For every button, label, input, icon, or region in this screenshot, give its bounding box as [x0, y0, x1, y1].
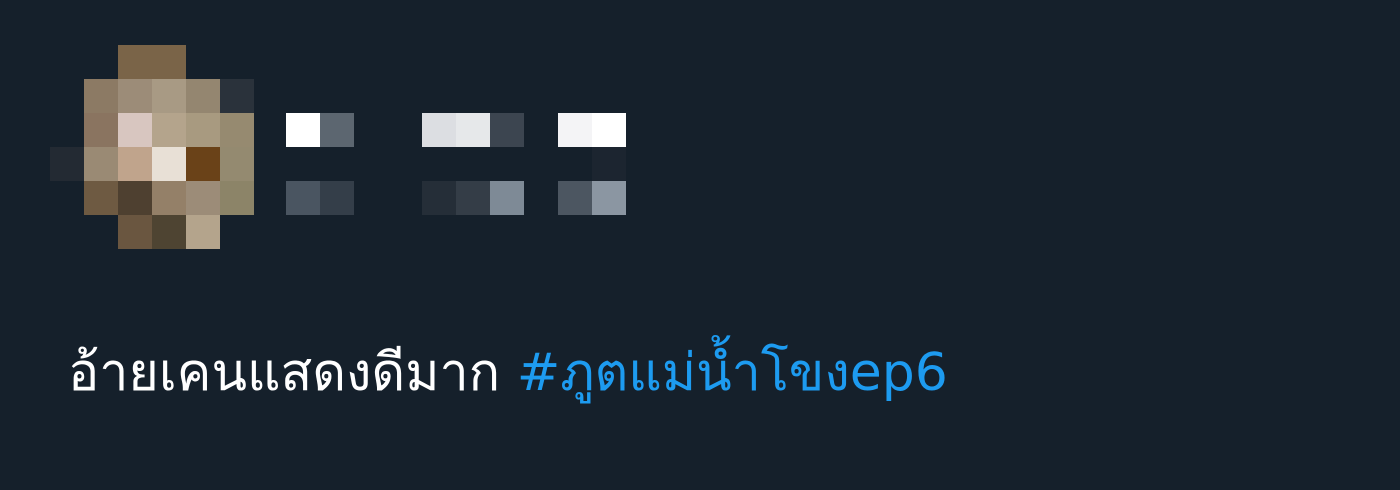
- avatar-pixel: [186, 181, 220, 215]
- name-pixel: [524, 113, 558, 147]
- avatar-pixel: [84, 79, 118, 113]
- avatar-pixel: [220, 181, 254, 215]
- avatar-pixel: [152, 147, 186, 181]
- name-pixel: [286, 113, 320, 147]
- avatar-pixel: [84, 45, 118, 79]
- name-pixel: [320, 147, 354, 181]
- avatar-pixel: [50, 147, 84, 181]
- name-pixel: [388, 113, 422, 147]
- avatar-pixel: [220, 113, 254, 147]
- avatar-pixel: [186, 45, 220, 79]
- name-pixel: [592, 181, 626, 215]
- avatar-pixel: [84, 181, 118, 215]
- avatar-pixel: [152, 45, 186, 79]
- name-pixel: [422, 147, 456, 181]
- avatar-pixel: [152, 215, 186, 249]
- avatar-pixel: [186, 215, 220, 249]
- name-pixel: [456, 181, 490, 215]
- avatar-pixel: [84, 113, 118, 147]
- name-pixel: [388, 147, 422, 181]
- avatar-pixel: [118, 181, 152, 215]
- avatar-pixel: [118, 113, 152, 147]
- name-pixel: [558, 113, 592, 147]
- avatar-pixel: [152, 113, 186, 147]
- avatar-pixel: [186, 79, 220, 113]
- avatar-pixel: [152, 79, 186, 113]
- name-pixel: [422, 181, 456, 215]
- name-pixel: [354, 147, 388, 181]
- name-pixel: [524, 181, 558, 215]
- avatar-pixel: [84, 215, 118, 249]
- avatar-pixel: [118, 215, 152, 249]
- name-pixel: [388, 181, 422, 215]
- name-pixel: [592, 113, 626, 147]
- tweet-text: อ้ายเคนแสดงดีมาก #ภูตแม่น้ำโขงep6: [68, 333, 948, 413]
- hashtag-link[interactable]: #ภูตแม่น้ำโขงep6: [517, 343, 948, 403]
- avatar-pixel: [50, 113, 84, 147]
- tweet-body-text: อ้ายเคนแสดงดีมาก: [68, 343, 517, 403]
- name-pixel: [286, 147, 320, 181]
- name-pixel: [320, 181, 354, 215]
- user-name-redacted[interactable]: [286, 113, 626, 215]
- avatar-pixel: [50, 45, 84, 79]
- avatar-pixel: [152, 181, 186, 215]
- avatar-pixel: [118, 45, 152, 79]
- avatar-pixel: [118, 147, 152, 181]
- avatar-pixel: [50, 79, 84, 113]
- avatar-pixel: [220, 147, 254, 181]
- avatar-pixel: [50, 181, 84, 215]
- avatar-pixel: [186, 113, 220, 147]
- name-pixel: [558, 181, 592, 215]
- avatar-pixel: [220, 45, 254, 79]
- avatar-pixel: [220, 79, 254, 113]
- name-pixel: [490, 147, 524, 181]
- name-pixel: [490, 113, 524, 147]
- avatar[interactable]: [50, 45, 254, 249]
- name-pixel: [592, 147, 626, 181]
- avatar-pixel: [186, 147, 220, 181]
- name-pixel: [286, 181, 320, 215]
- name-pixel: [422, 113, 456, 147]
- avatar-pixel: [220, 215, 254, 249]
- name-pixel: [456, 113, 490, 147]
- avatar-pixel: [50, 215, 84, 249]
- name-pixel: [354, 181, 388, 215]
- name-pixel: [354, 113, 388, 147]
- avatar-pixel: [118, 79, 152, 113]
- tweet-card: อ้ายเคนแสดงดีมาก #ภูตแม่น้ำโขงep6: [0, 0, 1400, 490]
- name-pixel: [490, 181, 524, 215]
- name-pixel: [320, 113, 354, 147]
- name-pixel: [456, 147, 490, 181]
- name-pixel: [558, 147, 592, 181]
- name-pixel: [524, 147, 558, 181]
- avatar-pixel: [84, 147, 118, 181]
